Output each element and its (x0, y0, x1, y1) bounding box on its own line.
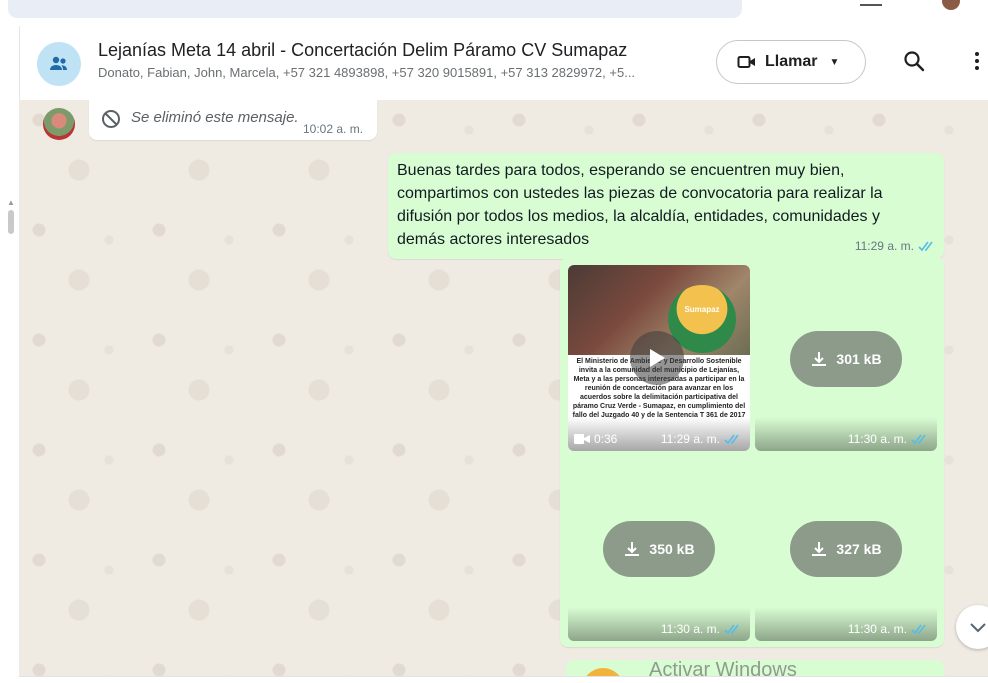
play-icon (650, 349, 665, 367)
media-album[interactable]: Sumapaz El Ministerio de Ambiente y Desa… (560, 257, 944, 647)
tile-time: 11:30 a. m. (848, 432, 929, 446)
double-check-icon (911, 434, 926, 444)
tile-time: 11:30 a. m. (848, 622, 929, 636)
double-check-icon (724, 434, 739, 444)
sender-avatar[interactable] (43, 108, 75, 140)
message-time: 10:02 a. m. (303, 122, 364, 136)
more-vert-icon[interactable] (973, 50, 981, 72)
scroll-up-icon[interactable]: ▲ (7, 198, 15, 207)
chat-title[interactable]: Lejanías Meta 14 abril - Concertación De… (98, 40, 627, 61)
image-tile[interactable]: 350 kB 11:30 a. m. (568, 455, 750, 641)
play-button[interactable] (630, 331, 684, 385)
chevron-down-icon (970, 623, 986, 633)
profile-avatar[interactable] (942, 0, 960, 10)
tile-time: 11:29 a. m. (661, 432, 742, 446)
double-check-icon (724, 624, 739, 634)
chat-participants[interactable]: Donato, Fabian, John, Marcela, +57 321 4… (98, 65, 635, 80)
double-check-icon (911, 624, 926, 634)
browser-top-strip (0, 0, 988, 24)
message-meta: 11:29 a. m. (855, 239, 936, 253)
chevron-down-icon: ▼ (829, 56, 840, 68)
search-icon[interactable] (903, 50, 925, 72)
double-check-icon (918, 241, 933, 251)
deleted-message-bubble[interactable]: Se eliminó este mensaje. 10:02 a. m. (89, 100, 377, 140)
download-button[interactable]: 350 kB (603, 521, 715, 577)
message-time: 11:29 a. m. (854, 239, 914, 253)
group-avatar[interactable] (37, 42, 81, 86)
scroll-to-bottom-button[interactable] (956, 605, 988, 649)
video-tile[interactable]: Sumapaz El Ministerio de Ambiente y Desa… (568, 265, 750, 451)
call-label: Llamar (765, 53, 818, 70)
image-tile[interactable]: 327 kB 11:30 a. m. (755, 455, 937, 641)
video-camera-icon (574, 434, 590, 444)
download-icon (625, 542, 640, 556)
download-button[interactable]: 301 kB (790, 331, 902, 387)
blocked-icon (102, 110, 120, 128)
group-icon (50, 56, 67, 70)
chat-header[interactable]: Lejanías Meta 14 abril - Concertación De… (19, 26, 988, 101)
browser-tab-bar (8, 0, 742, 18)
video-duration: 0:36 (574, 432, 617, 446)
download-button[interactable]: 327 kB (790, 521, 902, 577)
message-text: Buenas tardes para todos, esperando se e… (397, 162, 883, 248)
deleted-message-text: Se eliminó este mensaje. (131, 109, 299, 126)
tile-time: 11:30 a. m. (661, 622, 742, 636)
outgoing-message-bubble[interactable]: Buenas tardes para todos, esperando se e… (388, 153, 944, 259)
sidebar-scrollbar[interactable] (8, 210, 14, 234)
download-icon (812, 352, 827, 366)
video-call-icon (737, 56, 755, 68)
minimize-icon[interactable] (860, 4, 882, 6)
image-tile[interactable]: 301 kB 11:30 a. m. (755, 265, 937, 451)
left-sidebar-edge: ▲ (0, 24, 19, 682)
call-button[interactable]: Llamar ▼ (716, 40, 866, 84)
download-icon (812, 542, 827, 556)
chat-pane[interactable]: Se eliminó este mensaje. 10:02 a. m. Bue… (19, 100, 988, 682)
